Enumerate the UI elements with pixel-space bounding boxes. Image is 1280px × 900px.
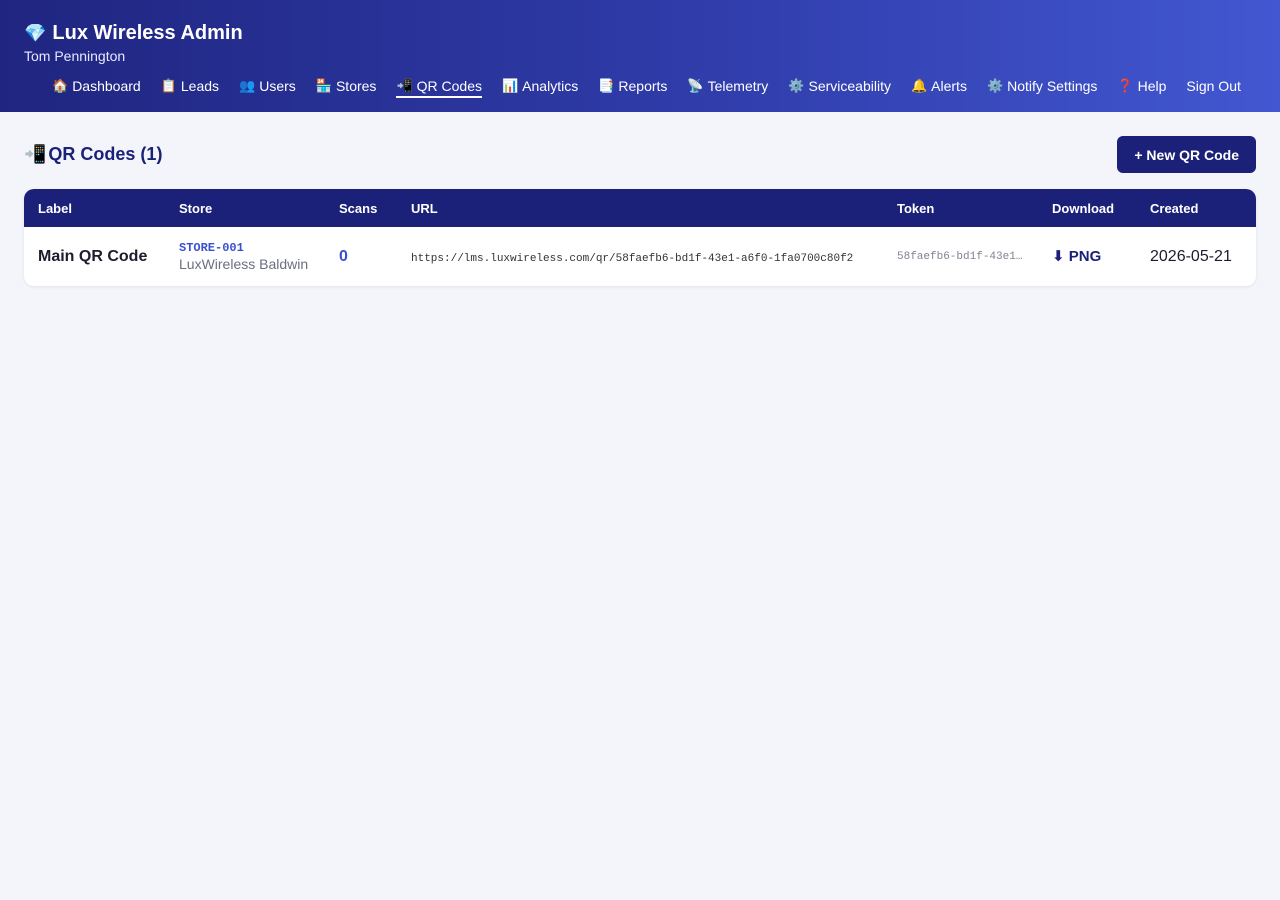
cell-url: https://lms.luxwireless.com/qr/58faefb6-… [397, 227, 883, 286]
nav-item-label: Reports [618, 78, 668, 94]
qr-label: Main QR Code [38, 247, 148, 265]
column-header-url: URL [411, 200, 438, 216]
nav-item-sign-out[interactable]: Sign Out [1186, 78, 1240, 98]
nav-item-label: QR Codes [416, 78, 482, 94]
nav-item-label: Analytics [522, 78, 579, 94]
nav-item-alerts[interactable]: 🔔 Alerts [911, 78, 967, 98]
cell-created: 2026-05-21 [1136, 227, 1256, 286]
page-title-text: QR Codes (1) [48, 144, 163, 164]
cell-store: STORE-001 LuxWireless Baldwin [165, 227, 325, 286]
question-icon: ❓ [1117, 78, 1134, 93]
gem-icon: 💎 [24, 23, 47, 43]
store-code: STORE-001 [179, 241, 244, 255]
nav-item-stores[interactable]: 🏪 Stores [316, 78, 377, 98]
page-header: 📲 QR Codes (1) + New QR Code [24, 136, 1256, 173]
clipboard-icon: 📋 [160, 78, 177, 93]
store-name: LuxWireless Baldwin [179, 256, 309, 272]
qr-url: https://lms.luxwireless.com/qr/58faefb6-… [411, 252, 854, 265]
column-header-store: Store [179, 200, 213, 216]
nav-item-label: Leads [180, 78, 220, 94]
nav-item-label: Dashboard [72, 78, 141, 94]
column-header-download: Download [1052, 200, 1115, 216]
scan-count: 0 [339, 247, 348, 265]
user-name: Tom Pennington [24, 48, 126, 64]
app-title: 💎 Lux Wireless Admin [24, 20, 1256, 46]
cell-token: 58faefb6-bd1f-43e1-a6f0-1fa0700c80f2 [883, 227, 1038, 286]
page-title: 📲 QR Codes (1) [24, 144, 162, 165]
cell-label: Main QR Code [24, 227, 165, 286]
download-png-link[interactable]: ⬇ PNG [1052, 247, 1101, 265]
nav-item-reports[interactable]: 📑 Reports [598, 78, 667, 98]
nav-item-leads[interactable]: 📋 Leads [161, 78, 219, 98]
table-row: Main QR Code STORE-001 LuxWireless Baldw… [24, 227, 1256, 286]
main-nav: 🏠 Dashboard 📋 Leads 👥 Users 🏪 Stores 📲 Q… [24, 76, 1256, 100]
nav-item-label: Sign Out [1186, 78, 1241, 94]
store-icon: 🏪 [315, 78, 332, 93]
cell-download: ⬇ PNG [1038, 227, 1136, 286]
nav-item-label: Notify Settings [1007, 78, 1098, 94]
nav-item-dashboard[interactable]: 🏠 Dashboard [52, 78, 141, 98]
nav-item-label: Alerts [931, 78, 967, 94]
bar-chart-icon: 📊 [501, 78, 519, 93]
column-header-scans: Scans [339, 200, 378, 216]
main-content: 📲 QR Codes (1) + New QR Code Label Store… [0, 112, 1280, 286]
column-header-label: Label [38, 200, 72, 216]
mobile-arrow-icon: 📲 [24, 144, 47, 164]
satellite-icon: 📡 [687, 78, 704, 93]
app-title-text: Lux Wireless Admin [52, 22, 243, 44]
app-header: 💎 Lux Wireless Admin Tom Pennington 🏠 Da… [0, 0, 1280, 112]
nav-item-label: Users [259, 78, 296, 94]
bell-icon: 🔔 [910, 78, 928, 93]
gear-icon: ⚙️ [788, 78, 805, 93]
nav-item-telemetry[interactable]: 📡 Telemetry [687, 78, 768, 98]
qr-codes-table-card: Label Store Scans URL Token Download Cre… [24, 189, 1256, 286]
nav-item-label: Telemetry [707, 78, 769, 94]
nav-item-label: Stores [335, 78, 377, 94]
table-header-row: Label Store Scans URL Token Download Cre… [24, 189, 1256, 227]
users-icon: 👥 [239, 78, 256, 93]
created-date: 2026-05-21 [1150, 247, 1232, 265]
nav-item-analytics[interactable]: 📊 Analytics [502, 78, 578, 98]
nav-item-qr-codes[interactable]: 📲 QR Codes [396, 78, 482, 98]
nav-item-label: Serviceability [808, 78, 891, 94]
qr-token: 58faefb6-bd1f-43e1-a6f0-1fa0700c80f2 [897, 250, 1023, 263]
qr-codes-table: Label Store Scans URL Token Download Cre… [24, 189, 1256, 286]
nav-item-label: Help [1137, 78, 1167, 94]
nav-item-users[interactable]: 👥 Users [239, 78, 296, 98]
document-icon: 📑 [598, 78, 615, 93]
mobile-arrow-icon: 📲 [396, 78, 413, 93]
nav-item-help[interactable]: ❓ Help [1117, 78, 1166, 98]
cell-scans: 0 [325, 227, 397, 286]
new-qr-code-button[interactable]: + New QR Code [1117, 136, 1256, 173]
column-header-token: Token [897, 200, 935, 216]
house-icon: 🏠 [52, 78, 69, 93]
column-header-created: Created [1150, 200, 1199, 216]
nav-item-notify-settings[interactable]: ⚙️ Notify Settings [987, 78, 1097, 98]
gear-icon: ⚙️ [986, 78, 1004, 93]
nav-item-serviceability[interactable]: ⚙️ Serviceability [788, 78, 891, 98]
